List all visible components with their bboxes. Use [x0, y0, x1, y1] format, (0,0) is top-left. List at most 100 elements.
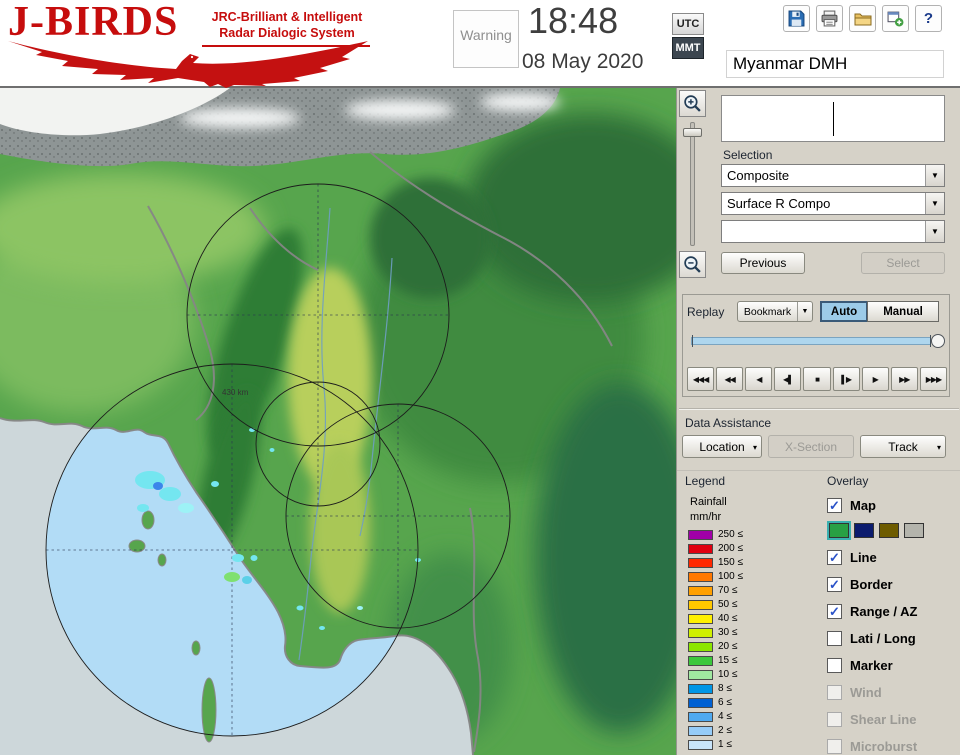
- legend-color-swatch: [688, 655, 713, 666]
- zoom-slider[interactable]: [679, 120, 706, 248]
- checkbox[interactable]: [827, 658, 842, 673]
- legend-row: 200 ≤: [688, 542, 825, 556]
- legend-header: Legend: [685, 474, 726, 488]
- legend-value: 15 ≤: [718, 655, 738, 667]
- map-style-swatch[interactable]: [827, 521, 851, 540]
- export-button[interactable]: [882, 5, 909, 32]
- track-label: Track: [888, 439, 918, 454]
- playback-step-back-button[interactable]: ◀▌: [774, 367, 802, 391]
- dropdown-arrow-icon[interactable]: ▼: [797, 302, 812, 321]
- overlay-item-marker[interactable]: Marker: [827, 655, 960, 676]
- manual-button[interactable]: Manual: [867, 301, 939, 322]
- legend-color-swatch: [688, 711, 713, 722]
- checkbox[interactable]: ✓: [827, 550, 842, 565]
- checkbox[interactable]: ✓: [827, 604, 842, 619]
- bookmark-button[interactable]: Bookmark ▼: [737, 301, 813, 322]
- print-button[interactable]: [816, 5, 843, 32]
- warning-button[interactable]: Warning: [453, 10, 519, 68]
- legend-value: 1 ≤: [718, 739, 732, 751]
- select-button: Select: [861, 252, 945, 274]
- dropdown-arrow-icon[interactable]: ▼: [925, 193, 944, 214]
- zoom-slider-track[interactable]: [690, 122, 695, 246]
- auto-manual-toggle: Auto Manual: [820, 301, 939, 322]
- overlay-item-line[interactable]: ✓ Line: [827, 547, 960, 568]
- zoom-controls: [678, 90, 708, 278]
- playback-play-reverse-button[interactable]: ◀: [745, 367, 773, 391]
- panel-divider: [679, 408, 959, 410]
- header-bar: J-BIRDS JRC-Brilliant & Intelligent Rada…: [0, 0, 960, 88]
- map-style-swatch[interactable]: [904, 523, 924, 538]
- checkbox[interactable]: ✓: [827, 498, 842, 513]
- playback-rewind-button[interactable]: ◀◀: [716, 367, 744, 391]
- replay-group: Replay Bookmark ▼ Auto Manual ◀◀◀ ◀◀ ◀ ◀▌ ■ ▌…: [682, 294, 950, 397]
- legend-color-swatch: [688, 571, 713, 582]
- legend-value: 2 ≤: [718, 725, 732, 737]
- legend-color-swatch: [688, 599, 713, 610]
- legend-row: 100 ≤: [688, 570, 825, 584]
- legend-color-swatch: [688, 627, 713, 638]
- playback-fast-forward-button[interactable]: ▶▶: [890, 367, 918, 391]
- help-button[interactable]: ?: [915, 5, 942, 32]
- product-list-box[interactable]: [721, 95, 945, 142]
- overlay-item-map[interactable]: ✓ Map: [827, 495, 960, 516]
- playback-stop-button[interactable]: ■: [803, 367, 831, 391]
- legend-color-swatch: [688, 557, 713, 568]
- checkbox[interactable]: ✓: [827, 577, 842, 592]
- mmt-button[interactable]: MMT: [672, 37, 704, 59]
- playback-play-button[interactable]: ▶: [861, 367, 889, 391]
- save-icon: [788, 10, 805, 27]
- legend-color-swatch: [688, 683, 713, 694]
- location-button[interactable]: Location ▾: [682, 435, 762, 458]
- folder-icon: [854, 13, 871, 25]
- legend-color-swatch: [688, 543, 713, 554]
- zoom-slider-handle[interactable]: [683, 128, 702, 137]
- location-label: Location: [699, 439, 745, 454]
- open-folder-button[interactable]: [849, 5, 876, 32]
- legend-value: 6 ≤: [718, 697, 732, 709]
- dropdown-arrow-icon[interactable]: ▼: [925, 165, 944, 186]
- radar-map[interactable]: 430 km: [0, 88, 676, 755]
- overlay-item-lati-long[interactable]: Lati / Long: [827, 628, 960, 649]
- station-name-field[interactable]: Myanmar DMH: [726, 50, 944, 78]
- zoom-in-button[interactable]: [679, 90, 706, 117]
- save-button[interactable]: [783, 5, 810, 32]
- legend-value: 150 ≤: [718, 557, 743, 569]
- map-style-swatches: [827, 521, 960, 540]
- data-assistance-buttons: Location ▾ X-Section Track ▾: [682, 435, 950, 458]
- replay-slider-track[interactable]: [691, 337, 931, 345]
- dropdown-value: Composite: [727, 168, 790, 183]
- overlay-item-border[interactable]: ✓ Border: [827, 574, 960, 595]
- playback-rewind-to-start-button[interactable]: ◀◀◀: [687, 367, 715, 391]
- composite-dropdown[interactable]: Composite ▼: [721, 164, 945, 187]
- playback-step-forward-button[interactable]: ▌▶: [832, 367, 860, 391]
- map-style-swatch[interactable]: [854, 523, 874, 538]
- legend-value: 10 ≤: [718, 669, 738, 681]
- legend-column: Legend Rainfall mm/hr 250 ≤ 200 ≤ 150 ≤ 100…: [677, 474, 825, 755]
- option-dropdown[interactable]: ▼: [721, 220, 945, 243]
- auto-button[interactable]: Auto: [820, 301, 868, 322]
- product-dropdown[interactable]: Surface R Compo ▼: [721, 192, 945, 215]
- legend-value: 100 ≤: [718, 571, 743, 583]
- previous-button[interactable]: Previous: [721, 252, 805, 274]
- playback-forward-to-end-button[interactable]: ▶▶▶: [919, 367, 947, 391]
- legend-unit-line1: Rainfall: [690, 496, 727, 508]
- jbirds-logo: J-BIRDS JRC-Brilliant & Intelligent Rada…: [6, 0, 372, 88]
- replay-slider[interactable]: [691, 333, 945, 349]
- utc-button[interactable]: UTC: [672, 13, 704, 35]
- legend-row: 20 ≤: [688, 640, 825, 654]
- dropdown-arrow-icon: ▾: [752, 443, 757, 452]
- selection-label: Selection: [723, 148, 773, 162]
- dropdown-arrow-icon[interactable]: ▼: [925, 221, 944, 242]
- replay-slider-handle[interactable]: [931, 334, 945, 348]
- overlay-item-microburst: Microburst: [827, 736, 960, 755]
- map-style-swatch[interactable]: [879, 523, 899, 538]
- legend-value: 200 ≤: [718, 543, 743, 555]
- overlay-item-range-az[interactable]: ✓ Range / AZ: [827, 601, 960, 622]
- overlay-header: Overlay: [827, 474, 869, 488]
- dropdown-value: Surface R Compo: [727, 196, 831, 211]
- text-caret: [833, 102, 834, 136]
- checkbox[interactable]: [827, 631, 842, 646]
- control-panel: Selection Composite ▼ Surface R Compo ▼ …: [676, 88, 960, 755]
- zoom-out-button[interactable]: [679, 251, 706, 278]
- track-button[interactable]: Track ▾: [860, 435, 946, 458]
